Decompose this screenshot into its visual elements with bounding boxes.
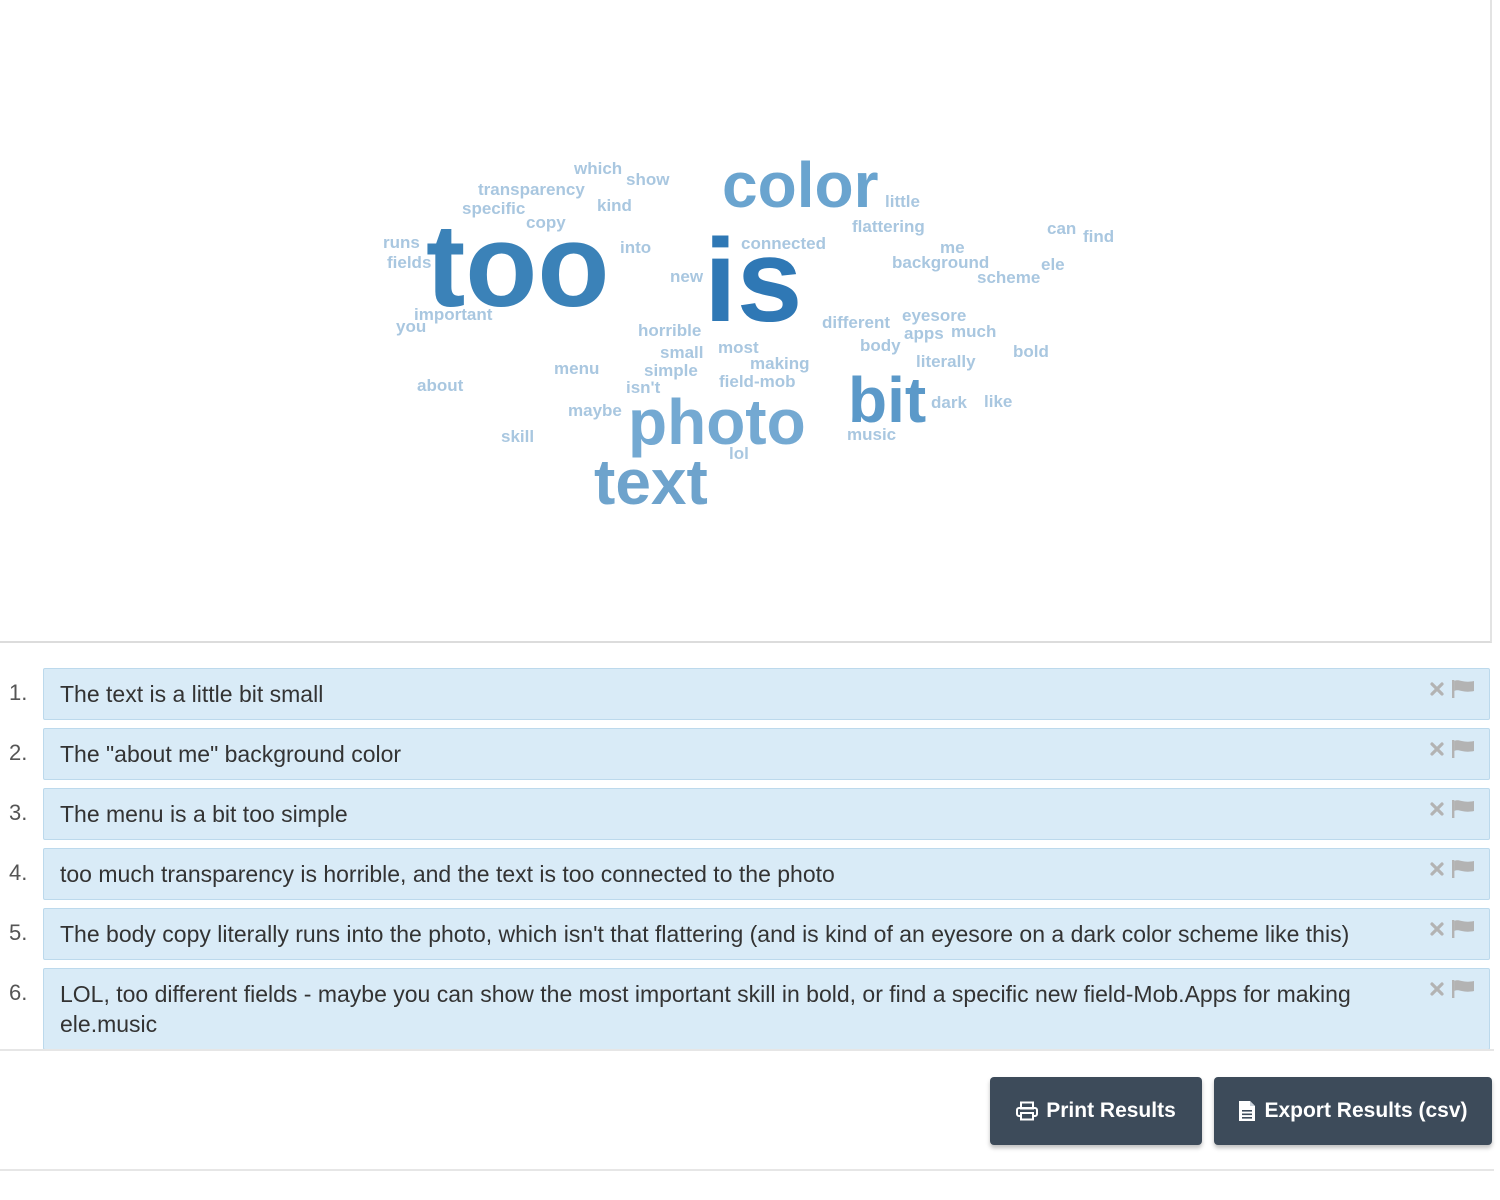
divider [0,1049,1494,1051]
cloud-word-find: find [1083,227,1115,246]
list-item: 4. too much transparency is horrible, an… [0,848,1494,900]
cloud-word-scheme: scheme [977,268,1041,287]
cloud-word-field-mob: field-mob [719,372,796,391]
cloud-word-into: into [620,238,652,257]
response-box: too much transparency is horrible, and t… [43,848,1490,900]
cloud-word-kind: kind [597,196,632,215]
cloud-word-text: text [594,446,708,518]
list-item: 3. The menu is a bit too simple [0,788,1494,840]
response-number: 6. [9,980,28,1005]
response-actions [1429,859,1475,879]
cloud-word-small: small [660,343,704,362]
cloud-word-body: body [860,336,901,355]
response-text: The "about me" background color [60,741,402,767]
cloud-word-isnt: isn't [626,378,661,397]
close-icon[interactable] [1429,741,1445,757]
cloud-word-new: new [670,267,704,286]
response-actions [1429,979,1475,999]
cloud-word-you: you [396,317,427,336]
word-cloud-panel: too is color photo text bit which show t… [0,0,1492,643]
close-icon[interactable] [1429,861,1445,877]
cloud-word-music: music [847,425,897,444]
cloud-word-specific: specific [462,199,526,218]
close-icon[interactable] [1429,981,1445,997]
response-box: The "about me" background color [43,728,1490,780]
close-icon[interactable] [1429,921,1445,937]
cloud-word-photo: photo [628,386,806,458]
response-number: 5. [9,920,28,945]
response-text: too much transparency is horrible, and t… [60,861,835,887]
cloud-word-show: show [626,170,670,189]
response-box: The body copy literally runs into the ph… [43,908,1490,960]
cloud-word-little: little [885,192,920,211]
response-actions [1429,919,1475,939]
cloud-word-transparency: transparency [478,180,585,199]
cloud-word-which: which [574,159,623,178]
cloud-word-about: about [417,376,464,395]
response-text: The menu is a bit too simple [60,801,348,827]
cloud-word-making: making [750,354,810,373]
cloud-word-literally: literally [916,352,976,371]
print-results-button[interactable]: Print Results [990,1077,1202,1145]
flag-icon[interactable] [1451,859,1475,879]
response-number: 2. [9,740,28,765]
responses-list: 1. The text is a little bit small 2. The… [0,668,1494,1058]
cloud-word-different: different [822,313,890,332]
cloud-word-menu: menu [554,359,600,378]
cloud-word-skill: skill [501,427,535,446]
close-icon[interactable] [1429,681,1445,697]
response-box: LOL, too different fields - maybe you ca… [43,968,1490,1050]
cloud-word-much: much [951,322,997,341]
export-results-button[interactable]: Export Results (csv) [1214,1077,1492,1145]
list-item: 6. LOL, too different fields - maybe you… [0,968,1494,1050]
flag-icon[interactable] [1451,739,1475,759]
flag-icon[interactable] [1451,919,1475,939]
cloud-word-connected: connected [741,234,827,253]
cloud-word-color: color [722,149,879,221]
cloud-word-lol: lol [729,444,749,463]
response-box: The text is a little bit small [43,668,1490,720]
cloud-word-flattering: flattering [852,217,925,236]
cloud-word-bold: bold [1013,342,1049,361]
flag-icon[interactable] [1451,799,1475,819]
response-actions [1429,739,1475,759]
response-number: 3. [9,800,28,825]
cloud-word-apps: apps [904,324,944,343]
close-icon[interactable] [1429,801,1445,817]
document-icon [1238,1100,1256,1122]
response-box: The menu is a bit too simple [43,788,1490,840]
list-item: 5. The body copy literally runs into the… [0,908,1494,960]
response-text: The text is a little bit small [60,681,324,707]
cloud-word-bit: bit [848,364,927,436]
print-results-label: Print Results [1046,1099,1176,1122]
cloud-word-can: can [1047,219,1077,238]
cloud-word-ele: ele [1041,255,1065,274]
cloud-word-like: like [984,392,1013,411]
response-text: The body copy literally runs into the ph… [60,921,1350,947]
response-actions [1429,799,1475,819]
cloud-word-background: background [892,253,990,272]
response-number: 4. [9,860,28,885]
cloud-word-dark: dark [931,393,967,412]
list-item: 2. The "about me" background color [0,728,1494,780]
response-number: 1. [9,680,28,705]
cloud-word-runs: runs [383,233,420,252]
cloud-word-maybe: maybe [568,401,622,420]
flag-icon[interactable] [1451,679,1475,699]
cloud-word-copy: copy [526,213,566,232]
divider [0,1169,1494,1171]
printer-icon [1016,1101,1039,1121]
flag-icon[interactable] [1451,979,1475,999]
list-item: 1. The text is a little bit small [0,668,1494,720]
response-actions [1429,679,1475,699]
cloud-word-fields: fields [387,253,432,272]
response-text: LOL, too different fields - maybe you ca… [60,981,1351,1037]
export-results-label: Export Results (csv) [1264,1099,1468,1122]
cloud-word-simple: simple [644,361,698,380]
cloud-word-horrible: horrible [638,321,702,340]
